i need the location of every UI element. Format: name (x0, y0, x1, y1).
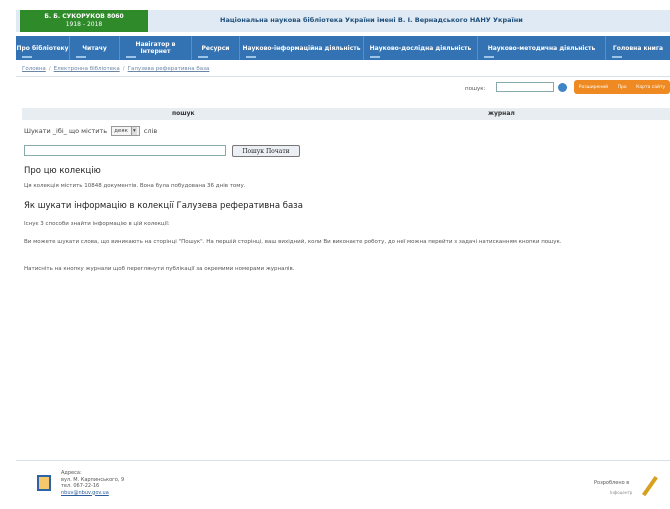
nav-item-resources[interactable]: Ресурси (192, 36, 240, 60)
nav-label: Читачу (82, 44, 107, 52)
nav-indicator (370, 56, 380, 58)
main-nav: Про бібліотеку Читачу Навігатор в Інтерн… (16, 36, 670, 60)
nav-indicator (484, 56, 494, 58)
page: Б. Б. СУКОРУКОВ 8060 1918 - 2018 Націона… (0, 0, 670, 509)
pencil-icon (642, 475, 658, 497)
nav-label: Науково-інформаційна діяльність (242, 44, 361, 52)
building-icon (37, 475, 51, 491)
nav-label: Ресурси (201, 44, 230, 52)
query-input[interactable] (24, 145, 226, 156)
nav-item-research-activity[interactable]: Науково-дослідна діяльність (364, 36, 478, 60)
nav-label: Про бібліотеку (16, 44, 69, 52)
divider (16, 76, 670, 77)
logo-line2: 1918 - 2018 (65, 21, 103, 28)
about-heading: Про цю колекцію (24, 166, 101, 176)
tab-journal[interactable]: журнал (488, 108, 515, 120)
nav-indicator (22, 56, 32, 58)
quick-link-advanced[interactable]: Розширений (579, 85, 608, 90)
nav-indicator (246, 56, 256, 58)
breadcrumb: Головна / Електронна бібліотека / Галузева р… (22, 66, 209, 72)
search-prefix-text: Шукати _ібі_ що містить (24, 127, 108, 135)
quick-search-input[interactable] (496, 82, 554, 92)
collection-tabs: пошук журнал (22, 108, 670, 120)
nav-item-navigator[interactable]: Навігатор в Інтернет (120, 36, 192, 60)
breadcrumb-separator: / (122, 66, 125, 72)
developer-link[interactable]: Інфоцентр (610, 490, 632, 495)
nav-item-methodical-activity[interactable]: Науково-методична діяльність (478, 36, 606, 60)
search-options-row: Шукати _ібі_ що містить деяк ▾ слів (24, 126, 157, 136)
quick-search-label: пошук: (465, 86, 486, 92)
how-to-search-heading: Як шукати інформацію в колекції Галузева… (24, 201, 303, 211)
breadcrumb-elibrary[interactable]: Електронна бібліотека (54, 66, 120, 72)
journal-help-paragraph: Натисніть на кнопку журнали щоб переглян… (24, 266, 295, 272)
breadcrumb-current[interactable]: Галузева реферативна база (128, 66, 210, 72)
breadcrumb-separator: / (48, 66, 51, 72)
quick-link-sitemap[interactable]: Карта сайту (636, 85, 665, 90)
search-help-paragraph: Ви можете шукати слова, що виникають на … (24, 239, 562, 245)
quick-link-about[interactable]: Про (618, 85, 627, 90)
nav-label: Науково-методична діяльність (487, 44, 596, 52)
nav-indicator (126, 56, 136, 58)
word-match-select[interactable]: деяк ▾ (111, 126, 140, 136)
quick-links-bar: Розширений Про Карта сайту (574, 80, 670, 94)
tab-search[interactable]: пошук (172, 108, 195, 120)
library-title: Національна наукова бібліотека України і… (220, 16, 523, 24)
start-search-button[interactable]: Пошук Почати (232, 145, 300, 157)
nav-item-about[interactable]: Про бібліотеку (16, 36, 70, 60)
nav-item-info-activity[interactable]: Науково-інформаційна діяльність (240, 36, 364, 60)
library-logo[interactable]: Б. Б. СУКОРУКОВ 8060 1918 - 2018 (20, 10, 148, 32)
footer-email-link[interactable]: nbuv@nbuv.gov.ua (61, 490, 124, 497)
nav-indicator (198, 56, 208, 58)
developer-label: Розроблено в (594, 480, 630, 486)
logo-line1: Б. Б. СУКОРУКОВ 8060 (44, 13, 124, 20)
chevron-down-icon: ▾ (130, 127, 137, 135)
footer-divider (16, 460, 670, 461)
nav-indicator (76, 56, 86, 58)
footer-address: Адреса: вул. М. Карпинського, 9 тел. 067… (61, 470, 124, 496)
nav-label: Науково-дослідна діяльність (369, 44, 472, 52)
breadcrumb-home[interactable]: Головна (22, 66, 46, 72)
nav-label: Навігатор в Інтернет (135, 41, 176, 55)
select-value: деяк (114, 128, 128, 134)
about-text: Ця колекція містить 10848 документів. Во… (24, 183, 246, 189)
nav-indicator (612, 56, 622, 58)
nav-item-reader[interactable]: Читачу (70, 36, 120, 60)
how-to-search-text: Існує 3 способи знайти інформацію в цій … (24, 221, 170, 227)
nav-item-main-book[interactable]: Головна книга (606, 36, 670, 60)
quick-search-go-icon[interactable] (558, 83, 567, 92)
search-suffix-text: слів (143, 127, 158, 135)
nav-label: Головна книга (612, 44, 664, 52)
